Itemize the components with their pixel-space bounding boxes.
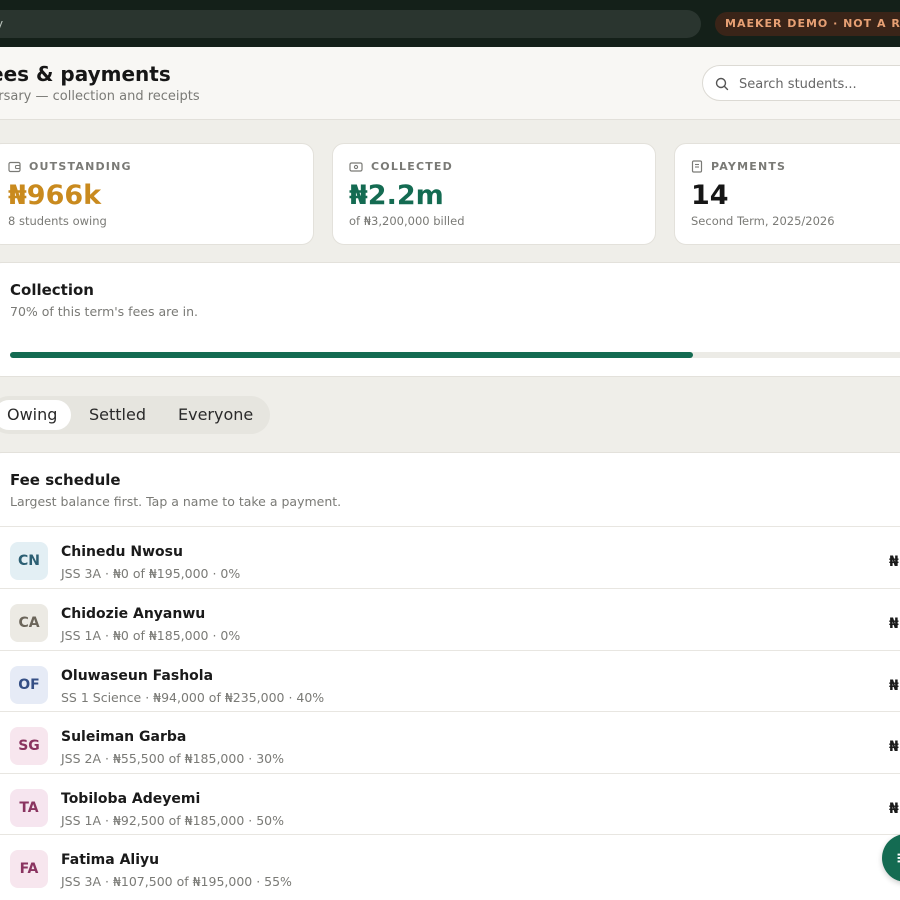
stat-card-payments: PAYMENTS 14 Second Term, 2025/2026 [674,143,900,245]
student-search[interactable] [702,65,900,101]
stat-sub: 8 students owing [8,214,107,228]
balance-amount: ₦ [889,616,899,632]
student-name: Suleiman Garba [61,729,187,745]
page-title: ees & payments [0,62,171,86]
student-name: Chidozie Anyanwu [61,606,206,622]
student-meta: JSS 1A · ₦92,500 of ₦185,000 · 50% [61,813,284,828]
page-subtitle: ursary — collection and receipts [0,89,200,104]
student-row[interactable]: CA Chidozie Anyanwu JSS 1A · ₦0 of ₦185,… [0,588,900,650]
student-meta: JSS 3A · ₦0 of ₦195,000 · 0% [61,566,241,581]
collection-progress-fill [10,352,693,358]
banknote-icon [349,161,363,172]
collection-progress-bar [10,352,900,358]
tab-everyone[interactable]: Everyone [168,400,263,430]
collection-subtitle: 70% of this term's fees are in. [10,304,198,319]
avatar: SG [10,727,48,765]
add-payment-icon: ≡ [896,848,900,867]
top-bar: y MAEKER DEMO · NOT A REAL [0,0,900,47]
search-input[interactable] [739,73,900,95]
avatar: TA [10,789,48,827]
stat-sub: Second Term, 2025/2026 [691,214,835,228]
global-search-bar[interactable]: y [0,10,701,38]
student-row[interactable]: SG Suleiman Garba JSS 2A · ₦55,500 of ₦1… [0,711,900,773]
wallet-icon [8,161,21,173]
student-meta: JSS 1A · ₦0 of ₦185,000 · 0% [61,628,241,643]
search-icon [715,77,729,91]
page-header: ees & payments ursary — collection and r… [0,47,900,120]
stat-caption: PAYMENTS [711,160,787,173]
collection-panel: Collection 70% of this term's fees are i… [0,262,900,377]
student-name: Tobiloba Adeyemi [61,791,201,807]
student-meta: JSS 3A · ₦107,500 of ₦195,000 · 55% [61,874,292,889]
stat-value: 14 [691,180,729,211]
stat-card-collected: COLLECTED ₦2.2m of ₦3,200,000 billed [332,143,656,245]
student-meta: SS 1 Science · ₦94,000 of ₦235,000 · 40% [61,690,325,705]
balance-amount: ₦ [889,801,899,817]
avatar: CN [10,542,48,580]
stat-sub: of ₦3,200,000 billed [349,214,465,228]
student-row[interactable]: OF Oluwaseun Fashola SS 1 Science · ₦94,… [0,650,900,712]
stat-caption: COLLECTED [371,160,453,173]
stat-value: ₦2.2m [349,180,444,211]
student-row[interactable]: TA Tobiloba Adeyemi JSS 1A · ₦92,500 of … [0,773,900,835]
collection-title: Collection [10,281,94,299]
avatar: OF [10,666,48,704]
student-name: Chinedu Nwosu [61,544,183,560]
student-row[interactable]: CN Chinedu Nwosu JSS 3A · ₦0 of ₦195,000… [0,526,900,588]
tab-owing[interactable]: Owing [0,400,72,430]
balance-amount: ₦ [889,678,899,694]
stat-value: ₦966k [8,180,102,211]
balance-amount: ₦ [889,554,899,570]
receipt-icon [691,160,703,173]
schedule-title: Fee schedule [10,471,121,489]
schedule-subtitle: Largest balance first. Tap a name to tak… [10,494,342,509]
demo-badge: MAEKER DEMO · NOT A REAL [715,12,900,36]
avatar: FA [10,850,48,888]
student-name: Fatima Aliyu [61,852,160,868]
balance-amount: ₦ [889,739,899,755]
avatar: CA [10,604,48,642]
stat-caption: OUTSTANDING [29,160,132,173]
filter-tabs: Owing Settled Everyone [0,396,270,434]
stat-card-outstanding: OUTSTANDING ₦966k 8 students owing [0,143,314,245]
student-row[interactable]: FA Fatima Aliyu JSS 3A · ₦107,500 of ₦19… [0,834,900,896]
student-meta: JSS 2A · ₦55,500 of ₦185,000 · 30% [61,751,284,766]
fee-schedule: Fee schedule Largest balance first. Tap … [0,452,900,900]
student-name: Oluwaseun Fashola [61,668,214,684]
tab-settled[interactable]: Settled [79,400,156,430]
